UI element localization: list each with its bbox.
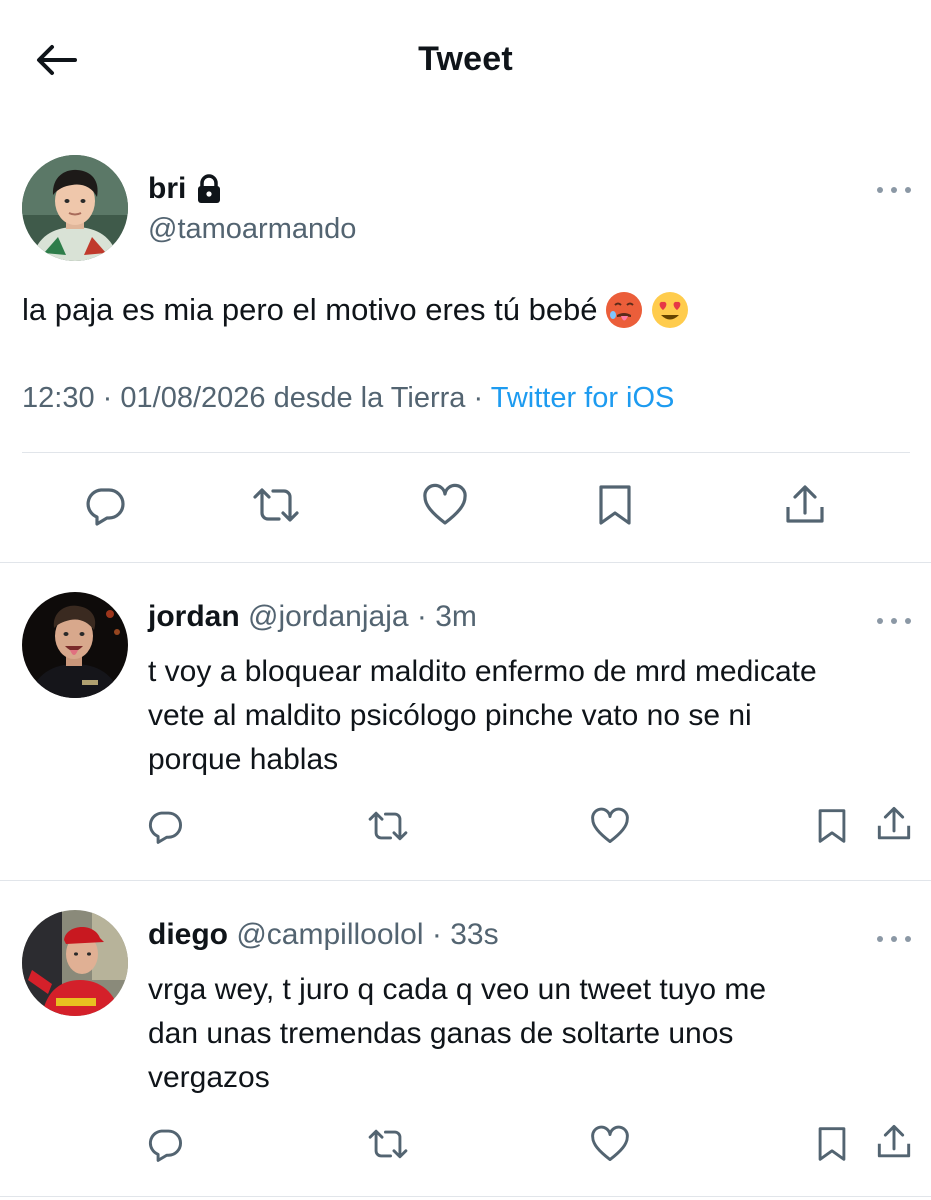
author-name[interactable]: bri (148, 172, 222, 206)
reply-separator: · (431, 918, 442, 951)
tweet-time: 12:30 (22, 382, 95, 414)
author-handle[interactable]: @tamoarmando (148, 213, 356, 246)
share-button[interactable] (872, 802, 916, 846)
like-icon (591, 807, 629, 844)
reply-button[interactable] (80, 480, 130, 530)
divider (0, 562, 931, 563)
like-icon (591, 1125, 629, 1162)
more-options-icon[interactable] (877, 616, 911, 626)
tweet-text-content: la paja es mia pero el motivo eres tú be… (22, 292, 598, 327)
retweet-button[interactable] (248, 480, 304, 530)
reply-text-line: vete al maldito psicólogo pinche vato no… (148, 699, 752, 732)
reply-text-line: vergazos (148, 1061, 270, 1094)
reply-header: jordan @jordanjaja · 3m (148, 600, 477, 634)
avatar[interactable] (22, 155, 128, 261)
tweet-actions (0, 480, 931, 540)
bookmark-button[interactable] (590, 480, 640, 530)
reply-separator: · (416, 600, 427, 633)
reply-text: t voy a bloquear maldito enfermo de mrd … (148, 650, 908, 782)
author-name-text: bri (148, 172, 187, 205)
tweet-text: la paja es mia pero el motivo eres tú be… (22, 290, 690, 330)
meta-separator: · (102, 382, 113, 414)
share-icon (877, 1124, 911, 1158)
bookmark-button[interactable] (812, 804, 852, 848)
reply-text-line: dan unas tremendas ganas de soltarte uno… (148, 1017, 734, 1050)
bookmark-icon (818, 1127, 846, 1161)
avatar[interactable] (22, 592, 128, 698)
reply-icon (148, 811, 183, 844)
reply-text-line: t voy a bloquear maldito enfermo de mrd … (148, 655, 817, 688)
reply-author-name[interactable]: diego (148, 918, 228, 951)
meta-separator: · (473, 382, 484, 414)
reply-author-handle[interactable]: @campilloolol (236, 918, 423, 951)
tweet-location: desde la Tierra (273, 382, 466, 414)
retweet-icon (368, 1129, 408, 1159)
retweet-button[interactable] (362, 804, 414, 848)
retweet-icon (253, 488, 299, 522)
share-button[interactable] (780, 480, 830, 530)
heart-eyes-emoji (651, 292, 688, 328)
reply-time[interactable]: 3m (435, 600, 477, 633)
reply-text: vrga wey, t juro q cada q veo un tweet t… (148, 968, 908, 1100)
like-button[interactable] (588, 804, 632, 848)
like-button[interactable] (420, 480, 470, 530)
lock-icon (198, 174, 221, 203)
reply-time[interactable]: 33s (450, 918, 498, 951)
share-icon (877, 806, 911, 840)
hot-face-emoji (605, 292, 642, 328)
divider (22, 452, 910, 453)
tweet-meta: 12:30 · 01/08/2026 desde la Tierra · Twi… (22, 382, 674, 415)
bookmark-icon (818, 809, 846, 843)
avatar[interactable] (22, 910, 128, 1016)
divider (0, 1196, 931, 1197)
reply-author-name[interactable]: jordan (148, 600, 240, 633)
like-icon (423, 483, 467, 525)
like-button[interactable] (588, 1122, 632, 1166)
top-bar: Tweet (0, 0, 931, 120)
share-button[interactable] (872, 1120, 916, 1164)
bookmark-icon (599, 485, 631, 525)
reply-text-line: porque hablas (148, 743, 339, 776)
reply-text-line: vrga wey, t juro q cada q veo un tweet t… (148, 973, 767, 1006)
divider (0, 880, 931, 881)
more-options-icon[interactable] (877, 934, 911, 944)
bookmark-button[interactable] (812, 1122, 852, 1166)
retweet-button[interactable] (362, 1122, 414, 1166)
reply-header: diego @campilloolol · 33s (148, 918, 499, 952)
share-icon (786, 485, 824, 523)
reply-button[interactable] (143, 804, 187, 848)
reply-icon (148, 1129, 183, 1162)
reply-author-handle[interactable]: @jordanjaja (248, 600, 409, 633)
tweet-date: 01/08/2026 (120, 382, 266, 414)
page-title: Tweet (418, 40, 513, 78)
more-options-icon[interactable] (877, 185, 911, 195)
retweet-icon (368, 811, 408, 841)
tweet-source-link[interactable]: Twitter for iOS (491, 382, 675, 414)
reply-button[interactable] (143, 1122, 187, 1166)
reply-icon (86, 488, 125, 526)
